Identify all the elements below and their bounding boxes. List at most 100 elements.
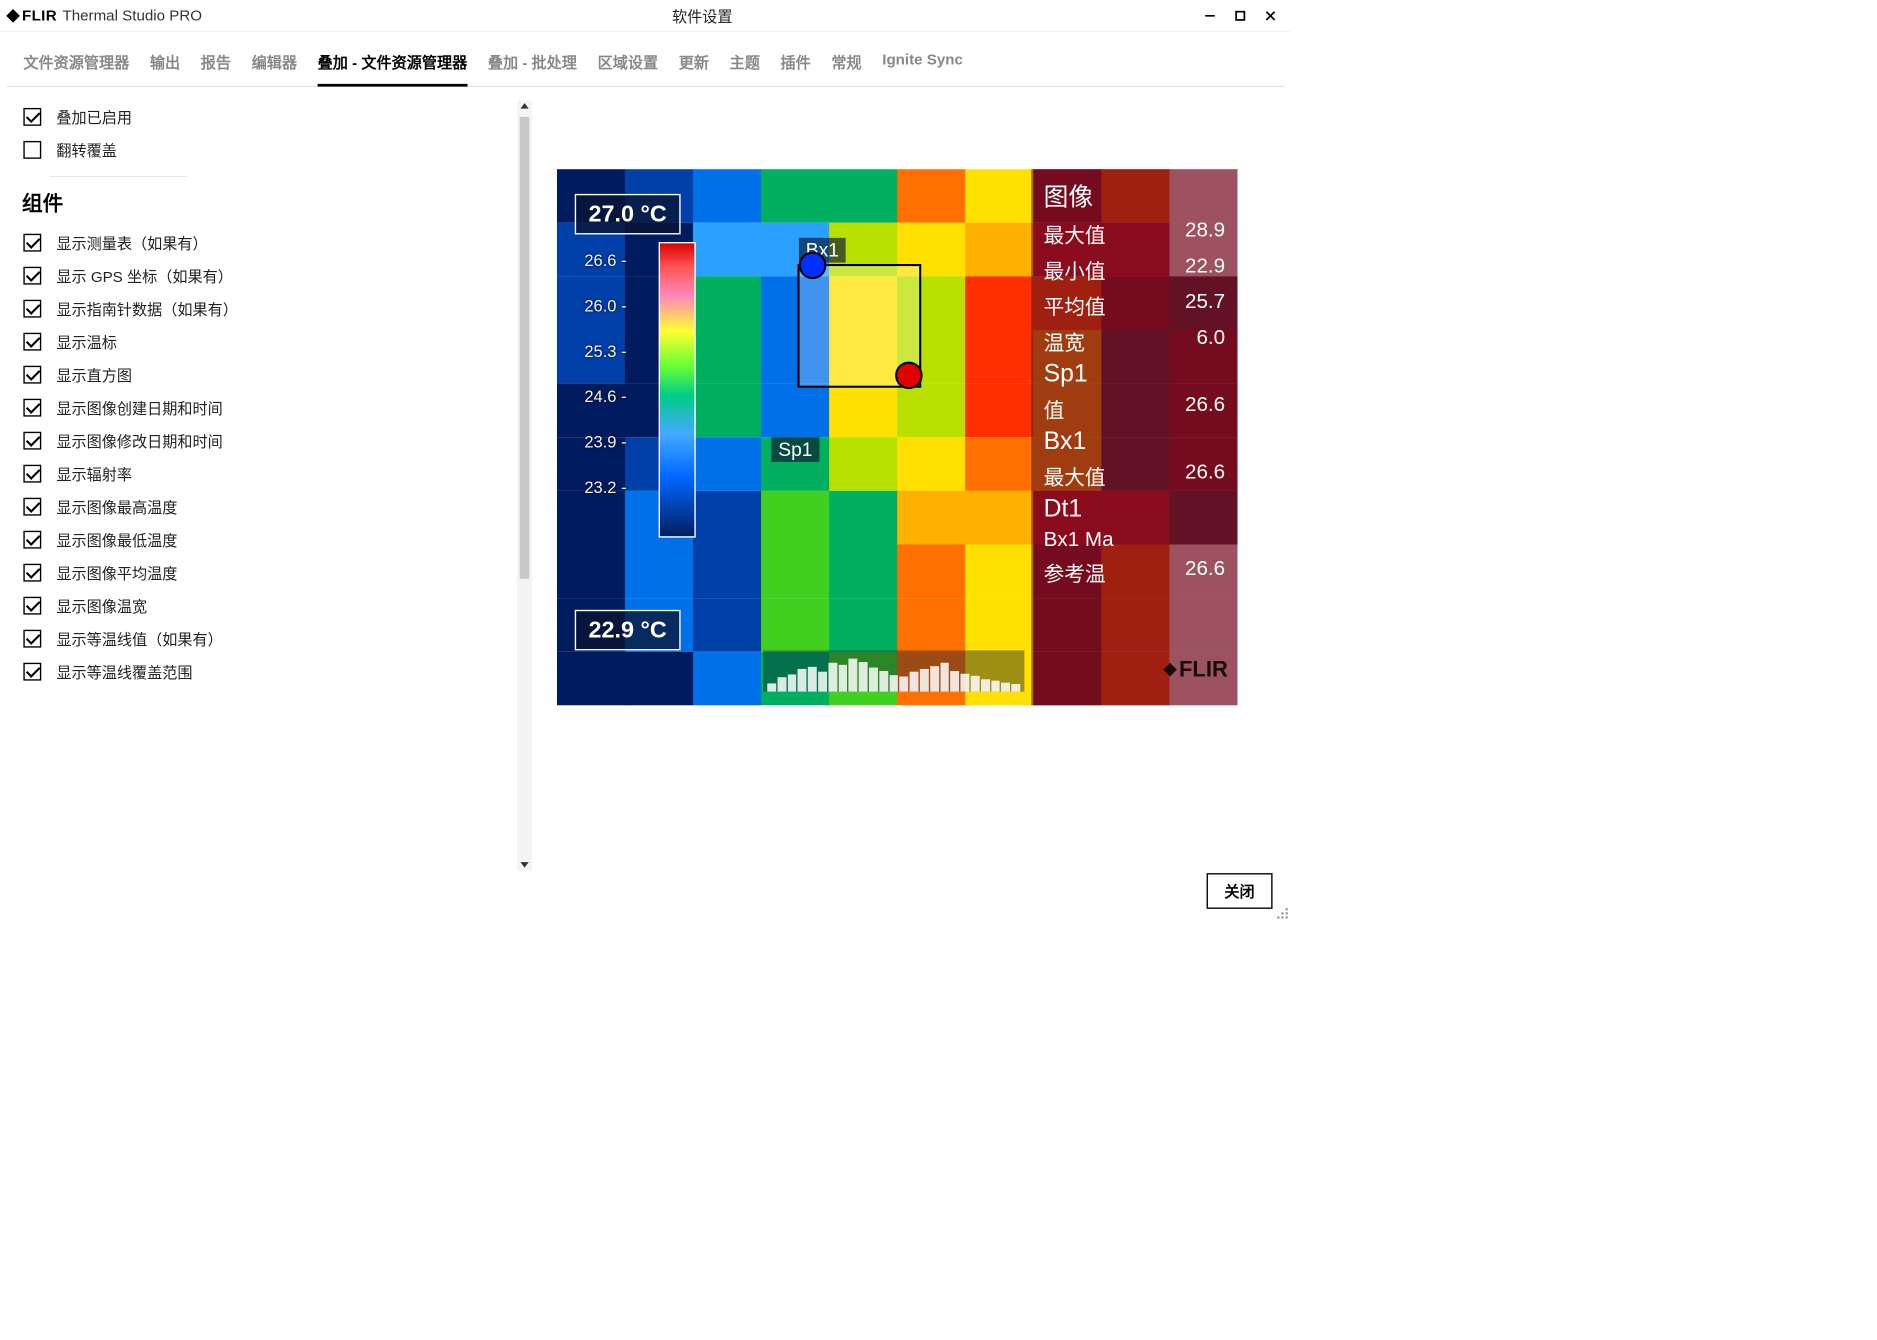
tab-5[interactable]: 叠加 - 批处理 [488, 51, 577, 86]
stat-dt-row-0: Bx1 Ma [1044, 525, 1226, 554]
scale-tick-2: 25.3 - [584, 342, 626, 361]
tab-2[interactable]: 报告 [201, 51, 231, 86]
component-setting-row-13: 显示等温线覆盖范围 [17, 655, 512, 688]
sp1-label: Sp1 [771, 437, 819, 462]
component-setting-row-5: 显示图像创建日期和时间 [17, 391, 512, 424]
divider [50, 176, 188, 177]
color-scale-bar [659, 242, 696, 538]
component-setting-label-10: 显示图像平均温度 [56, 562, 177, 584]
min-spot-marker [799, 252, 827, 280]
component-setting-row-6: 显示图像修改日期和时间 [17, 424, 512, 457]
stats-heading-image: 图像 [1044, 177, 1226, 213]
stats-heading-dt1: Dt1 [1044, 494, 1226, 523]
component-setting-label-1: 显示 GPS 坐标（如果有） [56, 265, 232, 287]
component-setting-checkbox-9[interactable] [23, 531, 41, 549]
component-setting-label-2: 显示指南针数据（如果有） [56, 298, 238, 320]
top-setting-checkbox-0[interactable] [23, 108, 41, 126]
temp-max-box: 27.0 °C [575, 194, 681, 235]
component-setting-checkbox-6[interactable] [23, 432, 41, 450]
tab-3[interactable]: 编辑器 [252, 51, 297, 86]
stats-heading-sp1: Sp1 [1044, 359, 1226, 388]
component-setting-checkbox-8[interactable] [23, 498, 41, 516]
scroll-up-icon[interactable] [520, 103, 528, 109]
component-setting-label-6: 显示图像修改日期和时间 [56, 430, 222, 452]
tab-8[interactable]: 主题 [730, 51, 760, 86]
max-spot-marker [895, 362, 923, 390]
vertical-scrollbar[interactable] [517, 100, 532, 870]
top-setting-checkbox-1[interactable] [23, 141, 41, 159]
scroll-down-icon[interactable] [520, 862, 528, 868]
stat-bx-row-0: 最大值26.6 [1044, 458, 1226, 494]
component-setting-checkbox-2[interactable] [23, 300, 41, 318]
component-setting-checkbox-13[interactable] [23, 663, 41, 681]
component-setting-label-3: 显示温标 [56, 331, 117, 353]
top-setting-row-1: 翻转覆盖 [17, 133, 512, 166]
product-name: Thermal Studio PRO [62, 7, 202, 25]
top-setting-label-1: 翻转覆盖 [56, 139, 117, 161]
content-area: 叠加已启用翻转覆盖 组件 显示测量表（如果有） 显示 GPS 坐标（如果有） 显示指… [0, 87, 1290, 871]
component-setting-checkbox-7[interactable] [23, 465, 41, 483]
component-setting-label-5: 显示图像创建日期和时间 [56, 397, 222, 419]
component-setting-label-4: 显示直方图 [56, 364, 132, 386]
component-setting-row-1: 显示 GPS 坐标（如果有） [17, 259, 512, 292]
component-setting-row-8: 显示图像最高温度 [17, 490, 512, 523]
tab-0[interactable]: 文件资源管理器 [23, 51, 129, 86]
scale-tick-3: 24.6 - [584, 388, 626, 407]
component-setting-row-2: 显示指南针数据（如果有） [17, 292, 512, 325]
component-setting-checkbox-11[interactable] [23, 597, 41, 615]
tab-11[interactable]: Ignite Sync [882, 51, 963, 86]
component-setting-row-7: 显示辐射率 [17, 457, 512, 490]
component-setting-label-12: 显示等温线值（如果有） [56, 628, 222, 650]
resize-grip[interactable] [1275, 906, 1289, 920]
window-controls [1202, 8, 1278, 23]
tab-1[interactable]: 输出 [150, 51, 180, 86]
histogram-overlay [763, 650, 1024, 691]
top-setting-label-0: 叠加已启用 [56, 106, 132, 128]
component-setting-row-12: 显示等温线值（如果有） [17, 622, 512, 655]
thermal-preview: 27.0 °C 22.9 °C 26.6 - 26.0 - 25.3 - 24.6 -… [557, 169, 1238, 705]
component-setting-checkbox-3[interactable] [23, 333, 41, 351]
component-setting-label-11: 显示图像温宽 [56, 595, 147, 617]
brand-diamond-icon [1163, 662, 1177, 676]
dialog-footer: 关闭 [1207, 873, 1273, 909]
component-setting-checkbox-10[interactable] [23, 564, 41, 582]
tab-6[interactable]: 区域设置 [598, 51, 659, 86]
close-button[interactable]: 关闭 [1207, 873, 1273, 909]
minimize-button[interactable] [1202, 8, 1217, 23]
component-setting-checkbox-4[interactable] [23, 366, 41, 384]
tab-4[interactable]: 叠加 - 文件资源管理器 [318, 51, 468, 87]
component-setting-row-11: 显示图像温宽 [17, 589, 512, 622]
close-window-button[interactable] [1263, 8, 1278, 23]
preview-pane: 27.0 °C 22.9 °C 26.6 - 26.0 - 25.3 - 24.6 -… [532, 100, 1283, 870]
component-setting-row-9: 显示图像最低温度 [17, 523, 512, 556]
tab-10[interactable]: 常规 [831, 51, 861, 86]
brand-diamond-icon [6, 9, 20, 23]
component-setting-label-8: 显示图像最高温度 [56, 496, 177, 518]
tab-9[interactable]: 插件 [780, 51, 810, 86]
section-heading: 组件 [22, 186, 512, 216]
stats-panel: 图像 最大值28.9最小值22.9平均值25.7温宽6.0 Sp1 值26.6 … [1031, 169, 1237, 705]
component-setting-row-3: 显示温标 [17, 325, 512, 358]
stats-heading-bx1: Bx1 [1044, 426, 1226, 455]
component-setting-checkbox-12[interactable] [23, 630, 41, 648]
scale-tick-1: 26.0 - [584, 297, 626, 316]
component-setting-checkbox-0[interactable] [23, 234, 41, 252]
stat-sp-row-0: 值26.6 [1044, 391, 1226, 427]
component-setting-checkbox-1[interactable] [23, 267, 41, 285]
dialog-title: 软件设置 [202, 4, 1202, 26]
stat-image-row-1: 最小值22.9 [1044, 252, 1226, 288]
component-setting-checkbox-5[interactable] [23, 399, 41, 417]
tab-7[interactable]: 更新 [679, 51, 709, 86]
stat-image-row-2: 平均值25.7 [1044, 287, 1226, 323]
scroll-thumb[interactable] [520, 117, 530, 579]
temp-min-box: 22.9 °C [575, 610, 681, 651]
stat-image-row-3: 温宽6.0 [1044, 323, 1226, 359]
top-setting-row-0: 叠加已启用 [17, 100, 512, 133]
maximize-button[interactable] [1233, 8, 1248, 23]
flir-watermark: FLIR [1165, 657, 1228, 682]
component-setting-row-10: 显示图像平均温度 [17, 556, 512, 589]
scale-tick-0: 26.6 - [584, 252, 626, 271]
component-setting-row-0: 显示测量表（如果有） [17, 226, 512, 259]
stat-dt-row-1: 参考温26.6 [1044, 554, 1226, 590]
brand-text: FLIR [22, 7, 57, 25]
